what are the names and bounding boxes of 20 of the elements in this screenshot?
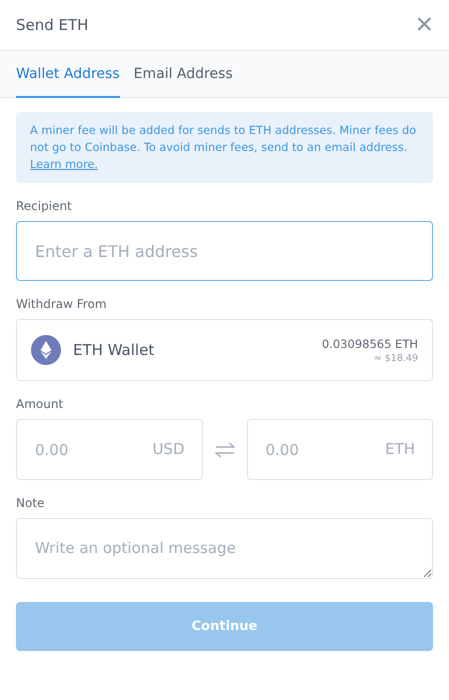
field-label: Amount [16,397,64,411]
recipient-field[interactable]: Enter a ETH address [16,221,433,281]
fiat-balance: ≈ $18.49 [374,352,418,364]
field-label: Recipient [16,199,73,213]
wallet-selector[interactable]: ETH Wallet 0.03098565 ETH ≈ $18.49 [16,319,433,381]
notice-text: A miner fee will be added for sends to ETH addresses. Miner fees do not go to Coinbase. To avoid miner fees, send to an email address. Learn more. [30,123,418,173]
note-field[interactable]: Write an optional message [16,518,433,579]
ethereum-icon [31,335,61,365]
tab[interactable]: Email Address [134,51,233,98]
tab[interactable]: Wallet Address [16,51,120,98]
wallet-name: ETH Wallet [73,341,156,359]
learn-more-link[interactable]: Learn more. [30,158,98,171]
currency-label: USD [152,440,184,458]
swap-icon[interactable] [214,442,234,458]
window-title: Send ETH [16,16,88,34]
field-label: Note [16,496,46,510]
currency-label: ETH [385,440,415,458]
wallet-balance: 0.03098565 ETH [322,336,418,350]
field-label: Withdraw From [16,297,108,311]
close-button[interactable]: × [415,10,433,40]
